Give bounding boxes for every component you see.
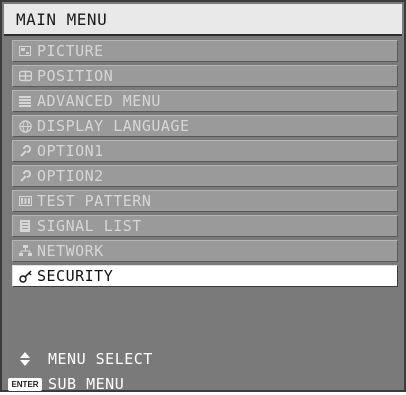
menu-item-label: TEST PATTERN — [37, 192, 152, 210]
menu-item-picture[interactable]: PICTURE — [12, 40, 398, 62]
menu-item-option2[interactable]: OPTION2 — [12, 165, 398, 187]
enter-key-label: ENTER — [8, 377, 42, 391]
menu-select-hint: MENU SELECT — [12, 348, 153, 370]
menu-select-label: MENU SELECT — [48, 350, 153, 368]
menu-item-network[interactable]: NETWORK — [12, 240, 398, 262]
menu-item-label: PICTURE — [37, 42, 104, 60]
menu-item-label: SECURITY — [37, 267, 114, 285]
network-icon — [18, 244, 32, 258]
menu-item-label: OPTION2 — [37, 167, 104, 185]
menu-item-security[interactable]: SECURITY — [12, 265, 398, 287]
enter-key-icon: ENTER — [8, 377, 42, 391]
menu-item-advanced-menu[interactable]: ADVANCED MENU — [12, 90, 398, 112]
advanced-menu-icon — [18, 94, 32, 108]
menu-item-label: OPTION1 — [37, 142, 104, 160]
globe-icon — [18, 119, 32, 133]
menu-item-test-pattern[interactable]: TEST PATTERN — [12, 190, 398, 212]
menu-item-option1[interactable]: OPTION1 — [12, 140, 398, 162]
picture-icon — [18, 44, 32, 58]
menu-item-display-language[interactable]: DISPLAY LANGUAGE — [12, 115, 398, 137]
menu-item-label: POSITION — [37, 67, 114, 85]
test-pattern-icon — [18, 194, 32, 208]
menu-title: MAIN MENU — [16, 10, 108, 29]
menu-item-label: DISPLAY LANGUAGE — [37, 117, 190, 135]
wrench-icon — [18, 169, 32, 183]
position-icon — [18, 69, 32, 83]
key-icon — [18, 269, 32, 283]
wrench-icon — [18, 144, 32, 158]
menu-item-position[interactable]: POSITION — [12, 65, 398, 87]
menu-header: MAIN MENU — [4, 4, 402, 36]
menu-item-signal-list[interactable]: SIGNAL LIST — [12, 215, 398, 237]
up-down-arrows-icon — [12, 352, 38, 366]
main-menu-panel: MAIN MENU PICTURE POSITION ADVANCED MENU — [0, 0, 406, 393]
menu-item-label: SIGNAL LIST — [37, 217, 142, 235]
menu-list: PICTURE POSITION ADVANCED MENU DISPLAY L… — [12, 40, 398, 290]
menu-item-label: NETWORK — [37, 242, 104, 260]
signal-list-icon — [18, 219, 32, 233]
menu-item-label: ADVANCED MENU — [37, 92, 161, 110]
sub-menu-label: SUB MENU — [48, 375, 125, 393]
